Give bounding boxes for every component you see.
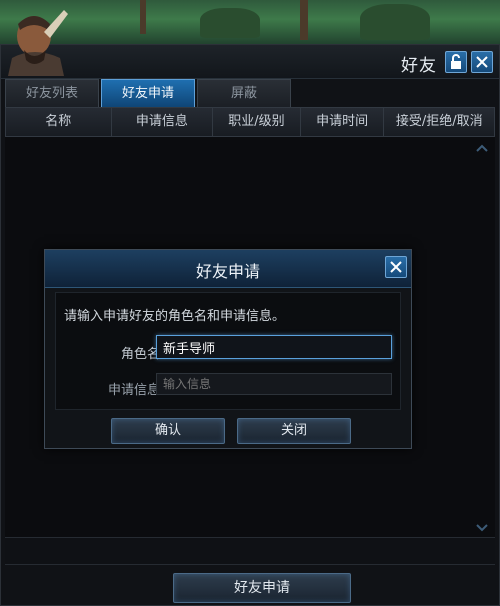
footer-divider (5, 537, 495, 565)
dialog-close-button[interactable] (385, 256, 407, 278)
friend-request-button[interactable]: 好友申请 (173, 573, 351, 603)
tab-friend-request[interactable]: 好友申请 (101, 79, 195, 107)
friend-request-dialog: 好友申请 请输入申请好友的角色名和申请信息。 角色名 申请信息 确认 关闭 (44, 249, 412, 449)
character-name-input[interactable] (156, 335, 392, 359)
request-info-input[interactable] (156, 373, 392, 395)
close-button[interactable]: 关闭 (237, 418, 351, 444)
close-icon (476, 56, 488, 68)
tree-trunk (300, 0, 308, 40)
character-avatar (8, 10, 68, 76)
window-close-button[interactable] (471, 51, 493, 73)
column-request-info[interactable]: 申请信息 (112, 108, 214, 136)
column-request-time[interactable]: 申请时间 (301, 108, 385, 136)
background-scenery (0, 0, 500, 48)
list-header: 名称 申请信息 职业/级别 申请时间 接受/拒绝/取消 (5, 107, 495, 137)
tree-foliage (360, 4, 430, 40)
tab-blocked[interactable]: 屏蔽 (197, 79, 291, 107)
scroll-up-icon[interactable] (475, 143, 489, 153)
close-icon (390, 261, 402, 273)
lock-open-icon (451, 54, 461, 69)
scroll-down-icon[interactable] (475, 523, 489, 533)
dialog-body: 请输入申请好友的角色名和申请信息。 角色名 申请信息 (55, 292, 401, 410)
tree-trunk (140, 0, 146, 34)
dialog-titlebar: 好友申请 (45, 250, 411, 288)
confirm-button[interactable]: 确认 (111, 418, 225, 444)
character-name-label: 角色名 (120, 347, 160, 362)
window-titlebar: 好友 (1, 45, 499, 79)
dialog-title: 好友申请 (195, 262, 260, 281)
lock-button[interactable] (445, 51, 467, 73)
column-class-level[interactable]: 职业/级别 (213, 108, 301, 136)
column-actions[interactable]: 接受/拒绝/取消 (384, 108, 494, 136)
request-info-label: 申请信息 (107, 383, 160, 398)
column-name[interactable]: 名称 (6, 108, 112, 136)
tree-foliage (200, 8, 260, 38)
tab-bar: 好友列表 好友申请 屏蔽 (5, 79, 497, 107)
window-title: 好友 (401, 56, 437, 76)
tab-friend-list[interactable]: 好友列表 (5, 79, 99, 107)
dialog-prompt: 请输入申请好友的角色名和申请信息。 (64, 309, 286, 324)
